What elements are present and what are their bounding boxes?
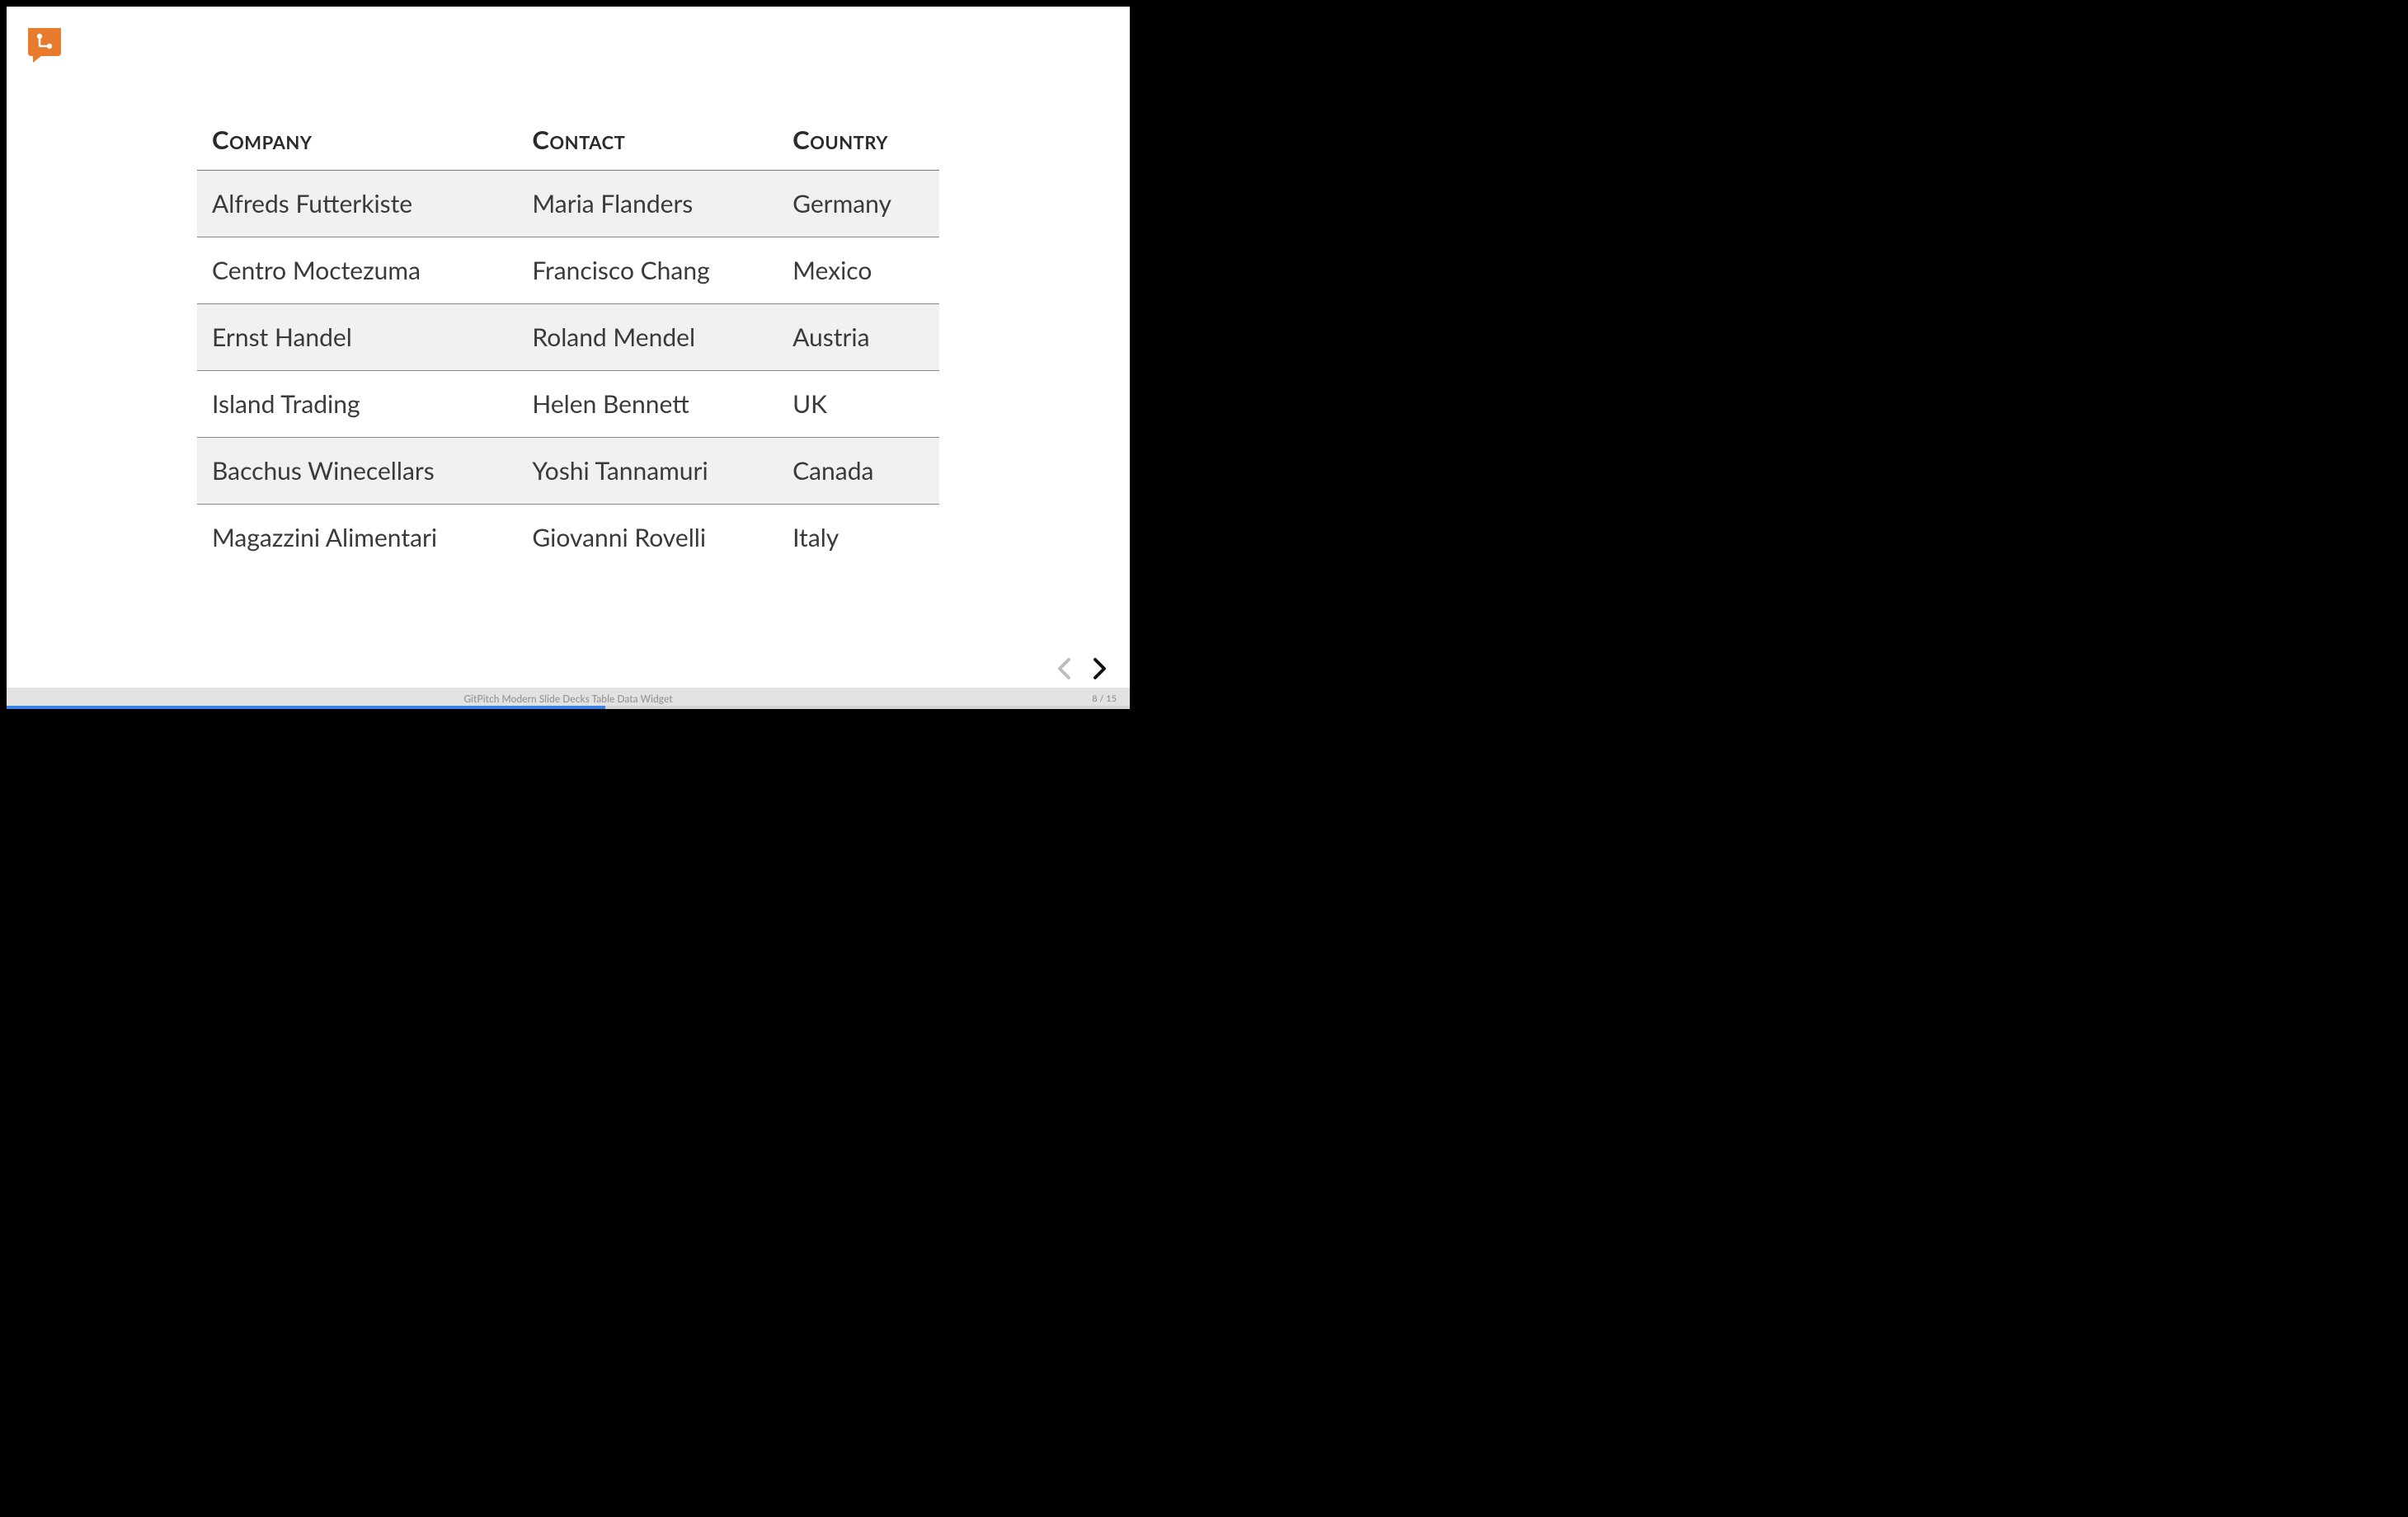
cell-country: Austria [778,304,939,371]
cell-country: Germany [778,171,939,237]
progress-fill [7,706,605,709]
footer-title: GitPitch Modern Slide Decks Table Data W… [463,693,672,705]
prev-slide-button[interactable] [1051,653,1079,684]
table-row: Alfreds Futterkiste Maria Flanders Germa… [197,171,939,237]
cell-company: Alfreds Futterkiste [197,171,517,237]
col-company: Company [197,112,517,171]
data-table: Company Contact Country Alfreds Futterki… [197,112,939,571]
cell-contact: Yoshi Tannamuri [517,438,778,505]
cell-contact: Francisco Chang [517,237,778,304]
slide-content: Company Contact Country Alfreds Futterki… [7,7,1130,709]
cell-company: Ernst Handel [197,304,517,371]
cell-company: Centro Moctezuma [197,237,517,304]
cell-country: Mexico [778,237,939,304]
table-row: Island Trading Helen Bennett UK [197,371,939,438]
page-indicator: 8 / 15 [1092,693,1117,704]
col-country: Country [778,112,939,171]
slide-frame: Company Contact Country Alfreds Futterki… [7,7,1130,709]
next-slide-button[interactable] [1085,653,1113,684]
cell-company: Magazzini Alimentari [197,505,517,571]
cell-country: Canada [778,438,939,505]
table-header-row: Company Contact Country [197,112,939,171]
table-row: Magazzini Alimentari Giovanni Rovelli It… [197,505,939,571]
cell-contact: Giovanni Rovelli [517,505,778,571]
cell-contact: Roland Mendel [517,304,778,371]
col-contact: Contact [517,112,778,171]
cell-contact: Maria Flanders [517,171,778,237]
cell-country: Italy [778,505,939,571]
table-row: Ernst Handel Roland Mendel Austria [197,304,939,371]
cell-company: Bacchus Winecellars [197,438,517,505]
cell-contact: Helen Bennett [517,371,778,438]
progress-track [7,706,1130,709]
table-row: Centro Moctezuma Francisco Chang Mexico [197,237,939,304]
cell-company: Island Trading [197,371,517,438]
cell-country: UK [778,371,939,438]
table-row: Bacchus Winecellars Yoshi Tannamuri Cana… [197,438,939,505]
brand-logo [25,25,64,64]
nav-arrows [1051,653,1113,684]
